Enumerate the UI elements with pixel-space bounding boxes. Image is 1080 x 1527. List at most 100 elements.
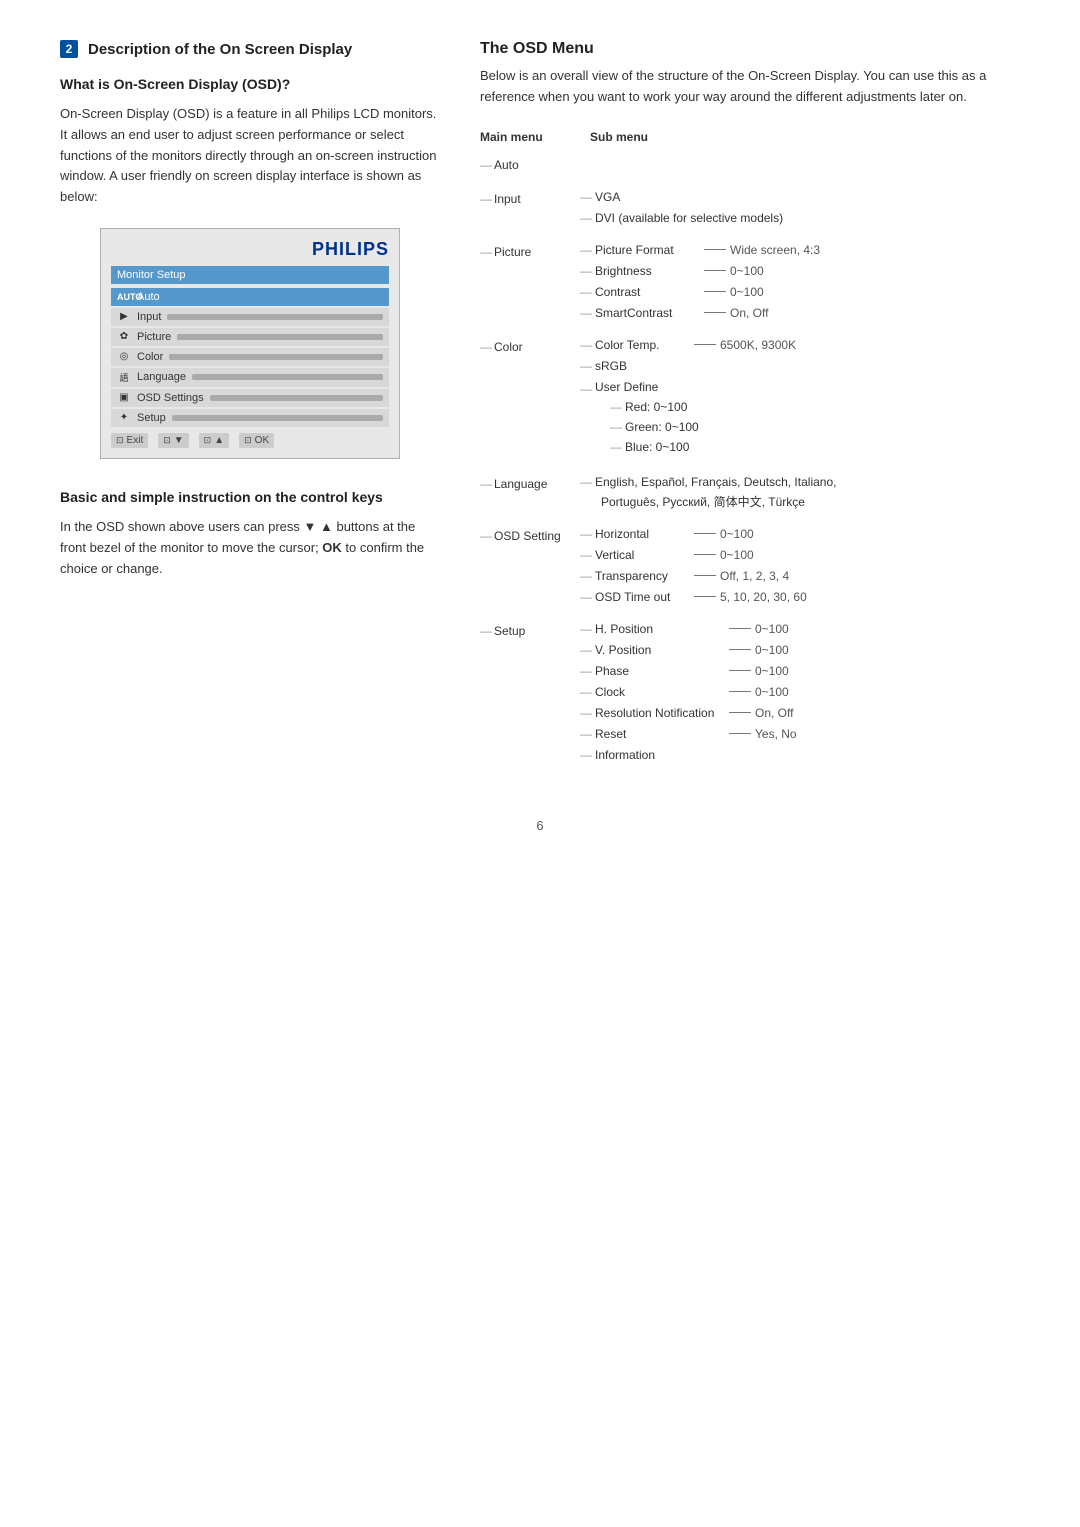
language-icon: 語 — [117, 371, 131, 384]
dash-contrast — [704, 291, 726, 292]
sub-red: — Red: 0~100 — [610, 398, 699, 416]
exit-label: Exit — [127, 435, 144, 446]
osd-footer-buttons: ⊡ Exit ⊡ ▼ ⊡ ▲ ⊡ OK — [111, 433, 389, 448]
dash-brightness — [704, 270, 726, 271]
exit-icon: ⊡ — [116, 435, 124, 446]
sub-lang-line1: — English, Español, Français, Deutsch, I… — [580, 473, 1020, 491]
input-label: Input — [137, 311, 161, 323]
osd-menu-auto: AUTO Auto — [111, 288, 389, 306]
input-icon: ▶ — [117, 311, 131, 322]
sub-clock: — Clock 0~100 — [580, 683, 1020, 701]
color-icon: ◎ — [117, 351, 131, 362]
tree-row-setup: — Setup — H. Position 0~100 — V. Positio… — [480, 620, 1020, 764]
sub-green: — Green: 0~100 — [610, 418, 699, 436]
dash-vpos — [729, 649, 751, 650]
basic-instruction-body: In the OSD shown above users can press ▼… — [60, 517, 440, 579]
ok-label: OK — [255, 435, 269, 446]
osd-brand: PHILIPS — [312, 239, 389, 259]
sub-blue: — Blue: 0~100 — [610, 438, 699, 456]
what-is-osd-body: On-Screen Display (OSD) is a feature in … — [60, 104, 440, 208]
up-label: ▲ — [214, 435, 224, 446]
osd-menu-input: ▶ Input — [111, 308, 389, 326]
sub-v-position: — V. Position 0~100 — [580, 641, 1020, 659]
sub-color: — Color Temp. 6500K, 9300K — sRGB — User… — [580, 336, 1020, 459]
osd-menu-setup: ✦ Setup — [111, 409, 389, 427]
main-setup: — Setup — [480, 620, 570, 640]
sub-transparency: — Transparency Off, 1, 2, 3, 4 — [580, 567, 1020, 585]
sub-horizontal: — Horizontal 0~100 — [580, 525, 1020, 543]
sub-setup: — H. Position 0~100 — V. Position 0~100 … — [580, 620, 1020, 764]
sub-input: — VGA — DVI (available for selective mod… — [580, 188, 1020, 227]
menu-tree: Main menu Sub menu — Auto — Input — [480, 128, 1020, 764]
main-menu-header: Main menu — [480, 128, 570, 146]
down-arrow-icon: ⊡ — [163, 435, 171, 446]
exit-btn: ⊡ Exit — [111, 433, 148, 448]
color-bar — [169, 354, 383, 360]
osd-menu-language: 語 Language — [111, 368, 389, 387]
what-is-osd-title: What is On-Screen Display (OSD)? — [60, 76, 440, 92]
sub-input-dvi: — DVI (available for selective models) — [580, 209, 1020, 227]
dash-hpos — [729, 628, 751, 629]
section-header: 2 Description of the On Screen Display — [60, 40, 440, 58]
osd-mock-ui: PHILIPS Monitor Setup AUTO Auto ▶ Input … — [100, 228, 400, 459]
main-auto: — Auto — [480, 156, 570, 174]
sub-phase: — Phase 0~100 — [580, 662, 1020, 680]
tree-row-auto: — Auto — [480, 156, 1020, 174]
dash-clock — [729, 691, 751, 692]
main-input: — Input — [480, 188, 570, 208]
input-bar — [167, 314, 383, 320]
sub-picture: — Picture Format Wide screen, 4:3 — Brig… — [580, 241, 1020, 322]
sub-information: — Information — [580, 746, 1020, 764]
sub-pic-format: — Picture Format Wide screen, 4:3 — [580, 241, 1020, 259]
osd-menu-picture: ✿ Picture — [111, 328, 389, 346]
tree-row-language: — Language — English, Español, Français,… — [480, 473, 1020, 511]
sub-srgb: — sRGB — [580, 357, 1020, 375]
down-label: ▼ — [174, 435, 184, 446]
dash-phase — [729, 670, 751, 671]
basic-instruction-title: Basic and simple instruction on the cont… — [60, 489, 440, 505]
auto-label: Auto — [137, 291, 160, 303]
up-arrow-icon: ⊡ — [204, 435, 212, 446]
osd-menu-title: The OSD Menu — [480, 40, 1020, 58]
tree-row-osd-setting: — OSD Setting — Horizontal 0~100 — Verti… — [480, 525, 1020, 606]
dash-reset — [729, 733, 751, 734]
page-number: 6 — [60, 818, 1020, 833]
picture-bar — [177, 334, 383, 340]
sub-resolution-notification: — Resolution Notification On, Off — [580, 704, 1020, 722]
osd-menu-desc: Below is an overall view of the structur… — [480, 66, 1020, 108]
sub-userdefine: — User Define — Red: 0~100 — Green: — [580, 378, 1020, 456]
dash-horizontal — [694, 533, 716, 534]
sub-osd-timeout: — OSD Time out 5, 10, 20, 30, 60 — [580, 588, 1020, 606]
sub-lang-line2: — Português, Русский, 简体中文, Türkçe — [580, 493, 1020, 511]
down-btn: ⊡ ▼ — [158, 433, 188, 448]
dash-osd-timeout — [694, 596, 716, 597]
up-btn: ⊡ ▲ — [199, 433, 229, 448]
auto-icon: AUTO — [117, 292, 131, 302]
color-label: Color — [137, 351, 163, 363]
osd-menu-osd-settings: ▣ OSD Settings — [111, 389, 389, 407]
dash-transparency — [694, 575, 716, 576]
sub-h-position: — H. Position 0~100 — [580, 620, 1020, 638]
dash-colortemp — [694, 344, 716, 345]
main-osd-setting: — OSD Setting — [480, 525, 570, 545]
dash-resolution — [729, 712, 751, 713]
dash-pic-format — [704, 249, 726, 250]
sub-reset: — Reset Yes, No — [580, 725, 1020, 743]
ok-icon: ⊡ — [244, 435, 252, 446]
sub-osd-setting: — Horizontal 0~100 — Vertical 0~100 — Tr… — [580, 525, 1020, 606]
picture-label: Picture — [137, 331, 171, 343]
sub-menu-header: Sub menu — [590, 128, 648, 146]
tree-row-input: — Input — VGA — DVI (available for selec… — [480, 188, 1020, 227]
sub-pic-contrast: — Contrast 0~100 — [580, 283, 1020, 301]
sub-input-vga: — VGA — [580, 188, 1020, 206]
sub-language: — English, Español, Français, Deutsch, I… — [580, 473, 1020, 511]
ok-btn: ⊡ OK — [239, 433, 274, 448]
setup-label: Setup — [137, 412, 166, 424]
setup-bar — [172, 415, 383, 421]
osd-title-bar: Monitor Setup — [111, 266, 389, 284]
language-label: Language — [137, 371, 186, 383]
main-color: — Color — [480, 336, 570, 356]
picture-icon: ✿ — [117, 331, 131, 342]
language-bar — [192, 374, 383, 380]
section-number: 2 — [60, 40, 78, 58]
